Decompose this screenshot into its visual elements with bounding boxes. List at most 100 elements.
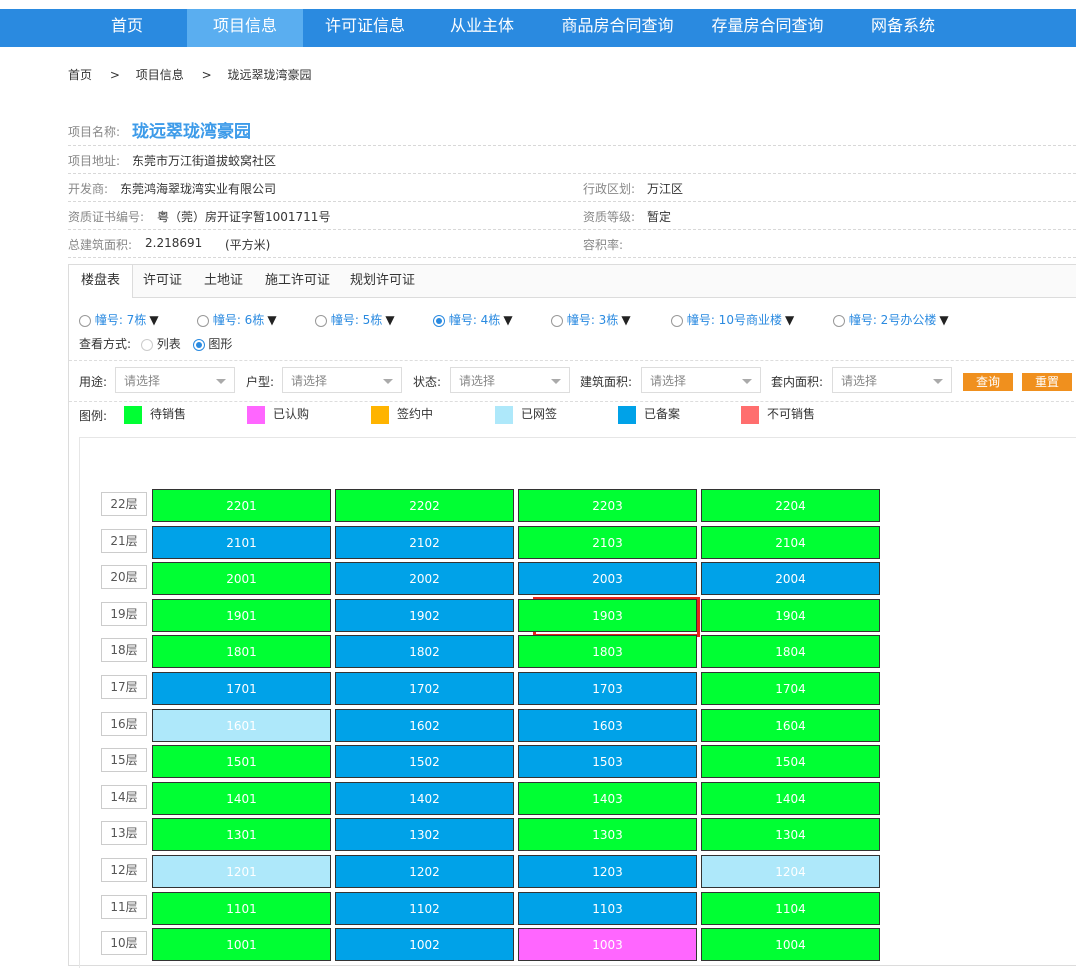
unit-cell[interactable]: 1704 (701, 672, 880, 705)
legend-swatch (247, 405, 265, 424)
building-option-5[interactable]: 幢号: 5栋 ▼ (315, 311, 395, 328)
unit-cell[interactable]: 2103 (518, 525, 697, 559)
breadcrumb-project-info[interactable]: 项目信息 (136, 68, 184, 82)
unit-cell[interactable]: 1504 (701, 745, 880, 779)
unit-cell[interactable]: 1404 (701, 781, 880, 815)
nav-commercial-contract[interactable]: 商品房合同查询 (555, 9, 680, 47)
unit-cell[interactable]: 1703 (518, 672, 697, 705)
unit-cell[interactable]: 1602 (335, 708, 514, 742)
nav-home[interactable]: 首页 (92, 9, 162, 47)
building-label: 幢号: 6栋 (212, 313, 265, 327)
unit-cell[interactable]: 1104 (701, 891, 880, 925)
unit-cell[interactable]: 1801 (152, 635, 331, 669)
radio-icon[interactable] (79, 314, 91, 327)
unit-cell[interactable]: 1004 (701, 928, 880, 962)
unit-cell[interactable]: 1702 (335, 672, 514, 705)
legend-item: 待销售 (124, 405, 186, 424)
building-option-10-commercial[interactable]: 幢号: 10号商业楼 ▼ (671, 311, 794, 328)
nav-stock-contract[interactable]: 存量房合同查询 (705, 9, 830, 47)
unit-cell[interactable]: 1904 (701, 598, 880, 632)
nav-filing-system[interactable]: 网备系统 (860, 9, 946, 47)
unit-cell[interactable]: 1802 (335, 635, 514, 669)
main-nav: 首页 项目信息 许可证信息 从业主体 商品房合同查询 存量房合同查询 网备系统 (0, 9, 1076, 47)
unit-cell[interactable]: 1503 (518, 745, 697, 779)
reset-button[interactable]: 重置 (1022, 373, 1072, 391)
radio-selected-icon[interactable] (433, 314, 445, 327)
unit-cell[interactable]: 2104 (701, 525, 880, 559)
usage-select[interactable]: 请选择 (115, 367, 235, 393)
unit-cell[interactable]: 1502 (335, 745, 514, 779)
unit-cell[interactable]: 1902 (335, 598, 514, 632)
build-area-select[interactable]: 请选择 (641, 367, 761, 393)
unit-cell[interactable]: 1002 (335, 928, 514, 962)
usage-label: 用途: (79, 375, 108, 389)
status-select[interactable]: 请选择 (450, 367, 570, 393)
inner-area-select[interactable]: 请选择 (832, 367, 952, 393)
unit-cell[interactable]: 1601 (152, 708, 331, 742)
nav-practitioners[interactable]: 从业主体 (440, 9, 524, 47)
unit-cell[interactable]: 2202 (335, 489, 514, 522)
tab-license[interactable]: 许可证 (131, 265, 194, 297)
building-option-3[interactable]: 幢号: 3栋 ▼ (551, 311, 631, 328)
building-option-4[interactable]: 幢号: 4栋 ▼ (433, 311, 513, 328)
view-list-radio-icon[interactable] (140, 338, 153, 351)
nav-license-info[interactable]: 许可证信息 (318, 9, 412, 47)
view-graph-label[interactable]: 图形 (208, 337, 232, 351)
unit-cell[interactable]: 2004 (701, 562, 880, 596)
tab-construction-permit[interactable]: 施工许可证 (253, 265, 342, 297)
view-graph-radio-icon[interactable] (192, 338, 205, 351)
unit-cell[interactable]: 1203 (518, 855, 697, 888)
unit-cell[interactable]: 2204 (701, 489, 880, 522)
unit-cell[interactable]: 1202 (335, 855, 514, 888)
unit-cell[interactable]: 2102 (335, 525, 514, 559)
breadcrumb-home[interactable]: 首页 (68, 68, 92, 82)
unit-cell[interactable]: 1303 (518, 818, 697, 852)
unit-cell[interactable]: 2001 (152, 562, 331, 596)
unit-cell[interactable]: 1402 (335, 781, 514, 815)
unit-cell[interactable]: 1403 (518, 781, 697, 815)
unit-cell[interactable]: 1201 (152, 855, 331, 888)
unit-cell[interactable]: 1102 (335, 891, 514, 925)
unit-cell[interactable]: 1804 (701, 635, 880, 669)
unit-cell[interactable]: 1304 (701, 818, 880, 852)
unit-cell[interactable]: 1604 (701, 708, 880, 742)
unit-cell[interactable]: 1803 (518, 635, 697, 669)
building-option-6[interactable]: 幢号: 6栋 ▼ (197, 311, 277, 328)
status-select-value: 请选择 (459, 374, 496, 388)
tab-building-table[interactable]: 楼盘表 (69, 265, 134, 298)
radio-icon[interactable] (315, 314, 327, 327)
building-option-7[interactable]: 幢号: 7栋 ▼ (79, 311, 159, 328)
unit-cell[interactable]: 2002 (335, 562, 514, 596)
unit-cell[interactable]: 2201 (152, 489, 331, 522)
unit-cell[interactable]: 1003 (518, 928, 697, 962)
tab-planning-permit[interactable]: 规划许可证 (338, 265, 427, 297)
building-option-2-office[interactable]: 幢号: 2号办公楼 ▼ (833, 311, 949, 328)
type-select[interactable]: 请选择 (282, 367, 402, 393)
radio-icon[interactable] (551, 314, 563, 327)
unit-cell[interactable]: 1001 (152, 928, 331, 962)
query-button[interactable]: 查询 (963, 373, 1013, 391)
tab-land-cert[interactable]: 土地证 (192, 265, 255, 297)
legend-swatch (371, 405, 389, 424)
unit-cell[interactable]: 1901 (152, 598, 331, 632)
unit-cell[interactable]: 2003 (518, 562, 697, 596)
view-list-label[interactable]: 列表 (157, 337, 181, 351)
unit-cell[interactable]: 1204 (701, 855, 880, 888)
unit-cell[interactable]: 1301 (152, 818, 331, 852)
radio-icon[interactable] (671, 314, 683, 327)
grade-value: 暂定 (647, 210, 672, 224)
unit-cell[interactable]: 1302 (335, 818, 514, 852)
unit-cell[interactable]: 1501 (152, 745, 331, 779)
triangle-down-icon: ▼ (149, 313, 159, 327)
unit-cell[interactable]: 1101 (152, 891, 331, 925)
unit-cell[interactable]: 1103 (518, 891, 697, 925)
nav-project-info[interactable]: 项目信息 (187, 9, 303, 47)
unit-cell[interactable]: 1701 (152, 672, 331, 705)
unit-cell[interactable]: 2101 (152, 525, 331, 559)
unit-cell[interactable]: 1401 (152, 781, 331, 815)
radio-icon[interactable] (197, 314, 209, 327)
unit-cell[interactable]: 1903 (518, 598, 697, 632)
unit-cell[interactable]: 2203 (518, 489, 697, 522)
radio-icon[interactable] (833, 314, 845, 327)
unit-cell[interactable]: 1603 (518, 708, 697, 742)
